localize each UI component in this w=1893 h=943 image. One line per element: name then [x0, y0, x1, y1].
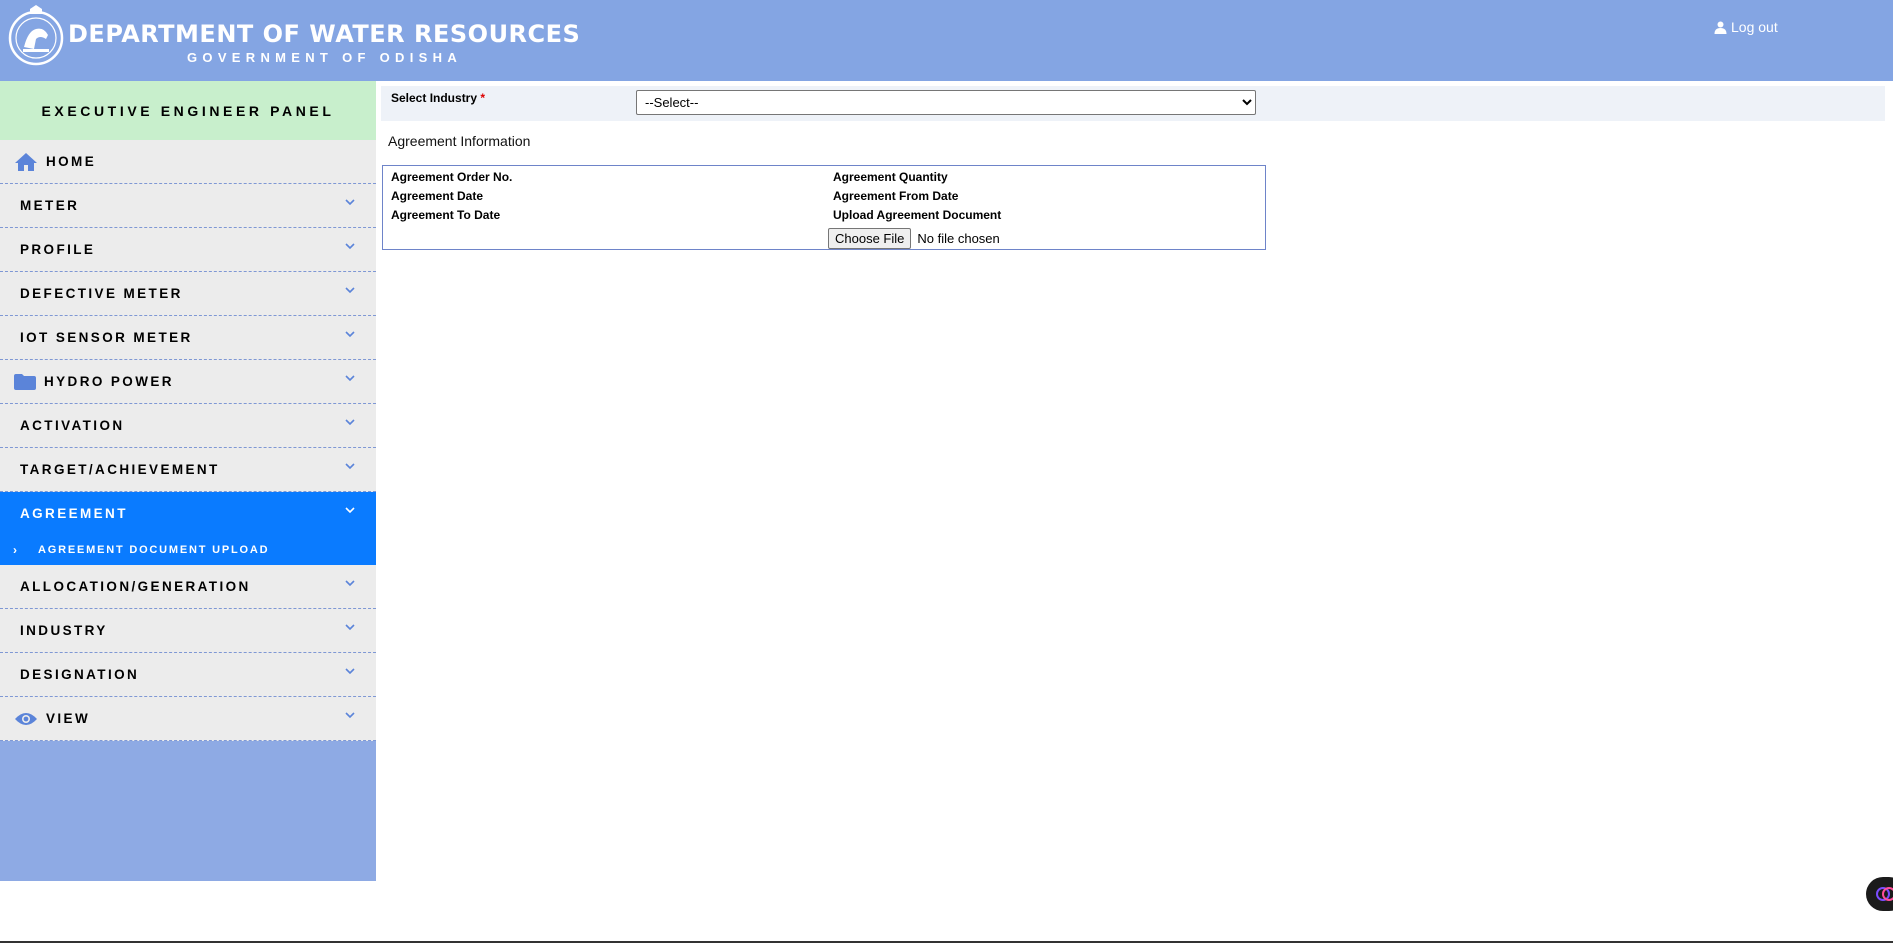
section-title: Agreement Information [388, 133, 531, 149]
sidebar-item-agreement[interactable]: AGREEMENT [0, 492, 376, 535]
sidebar-item-activation[interactable]: ACTIVATION [0, 404, 376, 448]
agreement-to-date-label: Agreement To Date [391, 208, 501, 222]
sidebar-subitem-label: AGREEMENT DOCUMENT UPLOAD [38, 544, 270, 556]
home-icon [14, 152, 38, 172]
odisha-emblem-logo [8, 5, 64, 66]
logout-label: Log out [1731, 19, 1778, 35]
sidebar-item-meter[interactable]: METER [0, 184, 376, 228]
chevron-down-icon [345, 507, 355, 514]
choose-file-button[interactable]: Choose File [828, 228, 912, 249]
folder-icon [14, 373, 36, 390]
header: DEPARTMENT OF WATER RESOURCES GOVERNMENT… [0, 0, 1893, 81]
chevron-down-icon [345, 199, 355, 206]
chevron-down-icon [345, 419, 355, 426]
agreement-quantity-label: Agreement Quantity [833, 170, 948, 184]
sidebar-item-label: DESIGNATION [20, 667, 140, 682]
chevron-right-icon: › [13, 543, 19, 557]
chevron-down-icon [345, 580, 355, 587]
agreement-info-box: Agreement Order No. Agreement Quantity A… [382, 165, 1266, 250]
government-subtitle: GOVERNMENT OF ODISHA [187, 50, 463, 65]
chevron-down-icon [345, 287, 355, 294]
file-upload-field: Choose File No file chosen [828, 228, 1000, 249]
sidebar-item-profile[interactable]: PROFILE [0, 228, 376, 272]
sidebar-item-iot-sensor-meter[interactable]: IOT SENSOR METER [0, 316, 376, 360]
industry-label: Select Industry * [391, 91, 485, 105]
chevron-down-icon [345, 712, 355, 719]
sidebar: EXECUTIVE ENGINEER PANEL HOME METER PROF… [0, 81, 376, 881]
sidebar-item-label: PROFILE [20, 242, 96, 257]
sidebar-item-defective-meter[interactable]: DEFECTIVE METER [0, 272, 376, 316]
user-icon [1714, 21, 1727, 34]
sidebar-item-label: ACTIVATION [20, 418, 125, 433]
sidebar-item-label: TARGET/ACHIEVEMENT [20, 462, 220, 477]
agreement-date-label: Agreement Date [391, 189, 484, 203]
logout-button[interactable]: Log out [1714, 19, 1778, 35]
agreement-from-date-label: Agreement From Date [833, 189, 959, 203]
department-title: DEPARTMENT OF WATER RESOURCES [68, 20, 581, 48]
chevron-down-icon [345, 624, 355, 631]
upload-agreement-document-label: Upload Agreement Document [833, 208, 1002, 222]
chevron-down-icon [345, 331, 355, 338]
eye-icon [14, 711, 38, 727]
brain-icon [1876, 887, 1893, 901]
industry-selector-bar: Select Industry * --Select-- [381, 86, 1885, 121]
industry-label-text: Select Industry [391, 91, 478, 105]
sidebar-item-designation[interactable]: DESIGNATION [0, 653, 376, 697]
floating-assistant-widget[interactable] [1866, 877, 1893, 911]
panel-title: EXECUTIVE ENGINEER PANEL [0, 81, 376, 140]
sidebar-item-industry[interactable]: INDUSTRY [0, 609, 376, 653]
required-marker: * [480, 91, 486, 105]
sidebar-item-label: HOME [46, 154, 97, 169]
chevron-down-icon [345, 375, 355, 382]
sidebar-item-label: METER [20, 198, 80, 213]
sidebar-item-label: VIEW [46, 711, 91, 726]
sidebar-item-label: ALLOCATION/GENERATION [20, 579, 251, 594]
sidebar-subitem-agreement-document-upload[interactable]: › AGREEMENT DOCUMENT UPLOAD [0, 535, 376, 565]
sidebar-item-label: AGREEMENT [20, 506, 128, 521]
chevron-down-icon [345, 463, 355, 470]
sidebar-item-label: INDUSTRY [20, 623, 108, 638]
agreement-order-no-label: Agreement Order No. [391, 170, 513, 184]
sidebar-item-allocation-generation[interactable]: ALLOCATION/GENERATION [0, 565, 376, 609]
sidebar-item-view[interactable]: VIEW [0, 697, 376, 741]
chevron-down-icon [345, 243, 355, 250]
sidebar-item-label: DEFECTIVE METER [20, 286, 183, 301]
chevron-down-icon [345, 668, 355, 675]
sidebar-item-home[interactable]: HOME [0, 140, 376, 184]
sidebar-item-label: IOT SENSOR METER [20, 330, 193, 345]
sidebar-item-hydro-power[interactable]: HYDRO POWER [0, 360, 376, 404]
sidebar-item-target-achievement[interactable]: TARGET/ACHIEVEMENT [0, 448, 376, 492]
file-status-text: No file chosen [917, 231, 1000, 246]
industry-select[interactable]: --Select-- [636, 90, 1256, 115]
sidebar-item-label: HYDRO POWER [44, 374, 174, 389]
